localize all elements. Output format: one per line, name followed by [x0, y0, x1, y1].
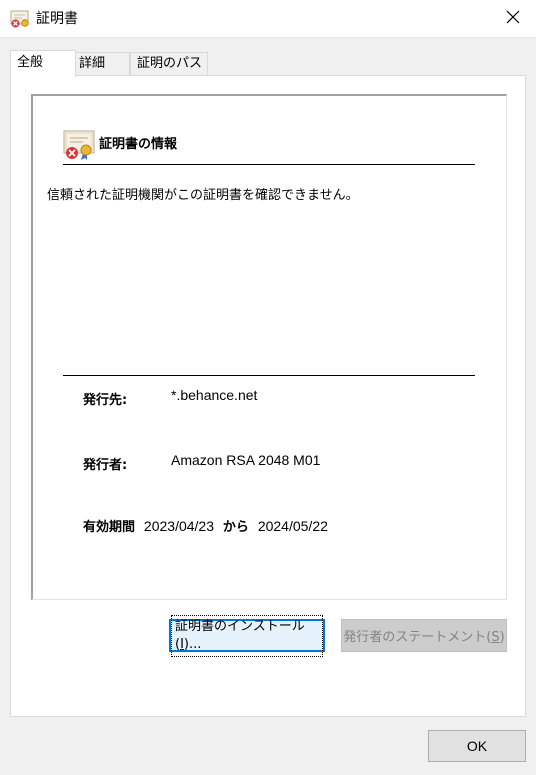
- tab-label: 詳細: [79, 56, 106, 71]
- heading-divider: [63, 164, 475, 165]
- tab-panel-general: 証明書の情報 信頼された証明機関がこの証明書を確認できません。 発行先: *.b…: [10, 75, 526, 717]
- valid-to[interactable]: 2024/05/22: [258, 518, 328, 534]
- trust-warning-text: 信頼された証明機関がこの証明書を確認できません。: [47, 188, 359, 203]
- tab-general[interactable]: 全般: [10, 50, 76, 77]
- dialog-body: 全般 詳細 証明のパス 証明書の情報 信頼された証明機関がこの証明書を確認できま…: [0, 38, 536, 775]
- window-title: 証明書: [36, 11, 78, 27]
- close-icon: [506, 10, 520, 28]
- info-heading: 証明書の情報: [99, 137, 178, 152]
- tab-certification-path[interactable]: 証明のパス: [130, 52, 208, 76]
- tab-details[interactable]: 詳細: [72, 52, 130, 76]
- validity-label: 有効期間: [83, 520, 136, 535]
- issued-to-label: 発行先:: [83, 393, 128, 408]
- title-bar: 証明書: [0, 0, 536, 38]
- certificate-error-icon: [63, 129, 97, 161]
- fields-divider: [63, 375, 475, 376]
- install-certificate-button[interactable]: 証明書のインストール(I)...: [169, 614, 325, 657]
- ok-button[interactable]: OK: [428, 730, 526, 762]
- issued-to-value[interactable]: *.behance.net: [171, 387, 257, 403]
- tab-label: 証明のパス: [137, 56, 203, 71]
- certificate-info-box: 証明書の情報 信頼された証明機関がこの証明書を確認できません。 発行先: *.b…: [31, 94, 507, 600]
- tab-label: 全般: [17, 55, 44, 70]
- issuer-statement-button: 発行者のステートメント(S): [341, 619, 507, 652]
- valid-from[interactable]: 2023/04/23: [144, 518, 214, 534]
- install-button-label: 証明書のインストール(I)...: [171, 614, 323, 657]
- statement-button-label: 発行者のステートメント(S): [343, 630, 505, 645]
- certificate-error-icon: [10, 9, 30, 29]
- close-button[interactable]: [490, 0, 536, 38]
- validity-separator: から: [222, 520, 249, 535]
- validity-period: 有効期間 2023/04/23 から 2024/05/22: [83, 516, 328, 535]
- issued-by-value[interactable]: Amazon RSA 2048 M01: [171, 452, 320, 468]
- issued-by-label: 発行者:: [83, 458, 128, 473]
